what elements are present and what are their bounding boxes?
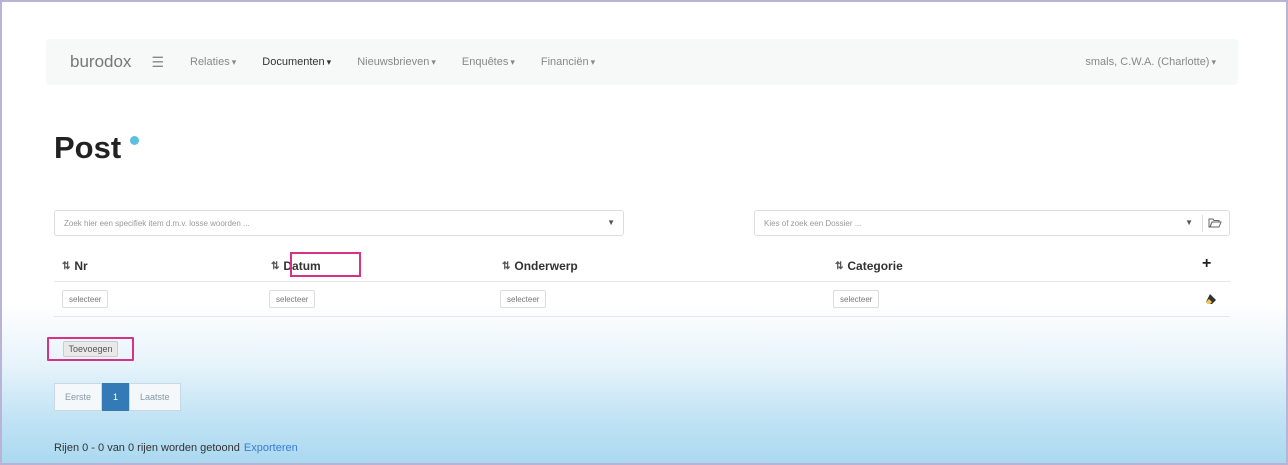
sort-icon: ⇅ — [835, 260, 843, 272]
chevron-down-icon: ▾ — [326, 57, 332, 67]
filter-nr-select[interactable]: selecteer — [62, 290, 109, 308]
column-header-categorie[interactable]: ⇅ Categorie — [835, 257, 903, 275]
divider — [1202, 215, 1203, 232]
pagination-current[interactable]: 1 — [102, 383, 130, 411]
sort-icon: ⇅ — [502, 260, 510, 272]
search-input[interactable]: Zoek hier een specifiek item d.m.v. loss… — [54, 210, 624, 236]
export-link[interactable]: Exporteren — [244, 442, 298, 454]
filter-categorie-select[interactable]: selecteer — [833, 290, 880, 308]
column-header-onderwerp[interactable]: ⇅ Onderwerp — [502, 257, 578, 275]
pagination: Eerste 1 Laatste — [54, 383, 181, 411]
chevron-down-icon: ▾ — [1211, 57, 1216, 67]
filter-datum-select[interactable]: selecteer — [269, 290, 316, 308]
search-placeholder: Zoek hier een specifiek item d.m.v. loss… — [64, 218, 250, 228]
page-title: Post — [54, 130, 122, 165]
pagination-first[interactable]: Eerste — [54, 383, 103, 411]
dossier-select[interactable]: Kies of zoek een Dossier ... ▼ — [754, 210, 1230, 236]
divider — [54, 316, 1230, 317]
dossier-placeholder: Kies of zoek een Dossier ... — [764, 218, 862, 228]
folder-open-icon[interactable] — [1208, 216, 1222, 230]
row-count-text: Rijen 0 - 0 van 0 rijen worden getoond — [54, 442, 240, 454]
divider — [54, 281, 1230, 282]
column-header-nr[interactable]: ⇅ Nr — [62, 257, 88, 275]
filter-onderwerp-select[interactable]: selecteer — [500, 290, 547, 308]
info-dot-icon[interactable] — [130, 136, 140, 145]
sort-icon: ⇅ — [62, 260, 70, 272]
datum-highlight-box — [290, 252, 361, 277]
pagination-last[interactable]: Laatste — [129, 383, 181, 411]
app-frame: burodox ☰ Relaties ▾ Documenten ▾ Nieuwsbr… — [0, 0, 1288, 465]
nav-item-enquetes[interactable]: Enquêtes ▾ — [462, 56, 515, 68]
page-header: Post — [54, 130, 140, 166]
brand-logo[interactable]: burodox — [70, 52, 131, 72]
nav-item-nieuwsbrieven[interactable]: Nieuwsbrieven ▾ — [357, 56, 436, 68]
nav-item-relaties[interactable]: Relaties ▾ — [190, 56, 236, 68]
dossier-dropdown-icon[interactable]: ▼ — [1185, 218, 1193, 227]
chevron-down-icon: ▾ — [590, 57, 596, 67]
column-label: Categorie — [847, 259, 903, 273]
add-button[interactable]: Toevoegen — [63, 341, 118, 357]
hamburger-icon[interactable]: ☰ — [151, 54, 164, 71]
row-count-summary: Rijen 0 - 0 van 0 rijen worden getoond Ex… — [54, 442, 298, 454]
chevron-down-icon: ▾ — [231, 57, 237, 67]
sort-icon: ⇅ — [271, 260, 279, 272]
chevron-down-icon: ▾ — [431, 57, 436, 67]
eraser-icon[interactable] — [1205, 293, 1217, 305]
column-label: Nr — [74, 259, 88, 273]
add-column-icon[interactable]: + — [1202, 255, 1211, 273]
top-navbar: burodox ☰ Relaties ▾ Documenten ▾ Nieuwsbr… — [46, 39, 1238, 85]
chevron-down-icon: ▾ — [510, 57, 515, 67]
column-label: Onderwerp — [514, 259, 578, 273]
nav-item-financien[interactable]: Financiën ▾ — [541, 56, 595, 68]
user-menu[interactable]: smals, C.W.A. (Charlotte) ▾ — [1085, 56, 1216, 68]
search-dropdown-icon[interactable]: ▼ — [607, 218, 615, 227]
nav-item-documenten[interactable]: Documenten ▾ — [262, 56, 331, 68]
add-highlight-box: Toevoegen — [47, 337, 134, 361]
